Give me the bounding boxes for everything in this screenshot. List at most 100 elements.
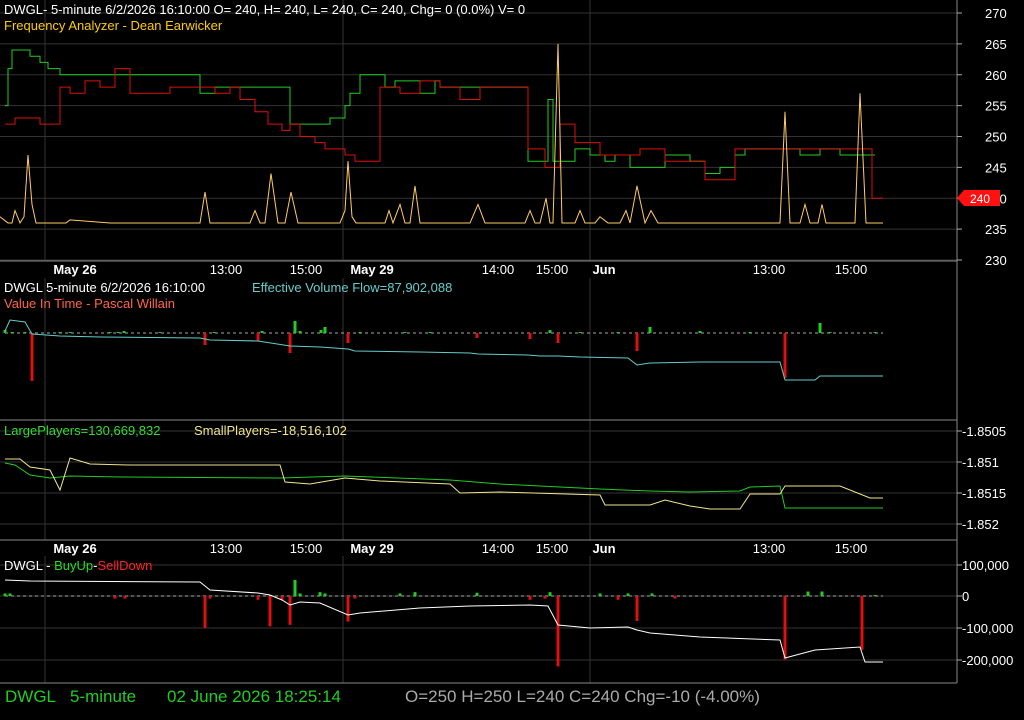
grid-lines [0,0,957,683]
volume-bar [58,332,62,333]
volume-header: DWGL 5-minute 6/2/2026 16:10:00 [4,280,206,295]
buysell-bar [475,592,479,596]
price-tick-label: 255 [985,99,1007,114]
buysell-bar [113,596,117,599]
selldown-label: SellDown [97,558,153,573]
volume-bar [403,332,407,333]
status-interval: 5-minute [70,687,137,706]
price-tick-label: 265 [985,37,1007,52]
price-tick-label: 270 [985,6,1007,21]
buysell-panel[interactable] [3,579,884,667]
players-tick-label: -1.852 [962,517,999,532]
time-tick-label: 13:00 [210,541,243,556]
buysell-bar [256,596,260,600]
time-tick-label: 13:00 [753,541,786,556]
time-tick-label: Jun [592,262,615,277]
volume-bar [122,331,126,333]
buysell-tick-label: -100,000 [962,621,1013,636]
small-players-line [5,457,883,510]
buysell-bar [318,592,322,596]
volume-bar [528,333,532,339]
time-tick-label: 15:00 [835,262,868,277]
buysell-bar [203,596,207,628]
buysell-bar [873,595,877,597]
volume-bar [319,330,323,333]
volume-bar [158,332,162,333]
volume-bar [68,332,72,333]
buysell-bar [783,596,787,660]
buysell-bar [598,593,602,596]
volume-indicator-label: Value In Time - Pascal Willain [4,296,175,311]
players-tick-label: -1.851 [962,455,999,470]
volume-bar [556,333,560,343]
frequency-line-series [0,43,883,225]
buysell-bar [3,593,7,596]
volume-bar [828,332,832,333]
buysell-bar [268,596,272,627]
buysell-bar [353,596,357,599]
time-tick-label: 15:00 [290,541,323,556]
time-tick-label: May 29 [350,541,393,556]
price-tick-label: 250 [985,130,1007,145]
price-tick-label: 245 [985,160,1007,175]
price-tag-label: 240 [970,192,990,206]
volume-bar [358,332,362,333]
status-ohlc: O=250 H=250 L=240 C=240 Chg=-10 (-4.00%) [405,687,760,706]
small-players-label: SmallPlayers=-18,516,102 [194,423,347,438]
volume-bar [346,333,350,343]
buysell-bar [528,596,532,600]
buysell-bar [635,596,639,621]
volume-bar [475,333,479,338]
green-step-series [5,49,875,175]
players-tick-label: -1.8515 [962,486,1006,501]
time-tick-label: 13:00 [753,262,786,277]
buysell-bar [673,596,677,599]
players-panel[interactable] [4,457,883,510]
flow-line-series [4,319,883,381]
time-tick-label: 15:00 [536,541,569,556]
buysell-bar [548,592,552,596]
buysell-bar [208,596,212,599]
buysell-bar [398,593,402,596]
volume-bar [648,327,652,333]
buysell-tick-label: 100,000 [962,558,1009,573]
buysell-header: DWGL - BuyUp-SellDown [4,558,152,573]
large-players-label: LargePlayers=130,669,832 [4,423,161,438]
volume-bar [288,333,292,353]
time-tick-label: 14:00 [482,541,515,556]
volume-flow-value: Effective Volume Flow=87,902,088 [252,280,453,295]
buysell-bar [413,592,417,596]
players-tick-label: -1.8505 [962,424,1006,439]
buysell-bar [650,593,654,596]
chart-canvas[interactable]: 270 265 260 255 250 245 240 235 230 May 26 13:00 15… [0,0,1024,720]
volume-bar [428,332,432,333]
volume-bar [30,333,34,381]
time-tick-label: 15:00 [835,541,868,556]
price-panel[interactable] [0,43,883,225]
volume-bar [10,332,14,333]
time-tick-label: 15:00 [536,262,569,277]
time-tick-label: 13:00 [210,262,243,277]
buysell-bar [556,596,560,667]
price-tick-label: 235 [985,222,1007,237]
buysell-bar [860,596,864,650]
buysell-bar [298,593,302,596]
volume-bar [873,332,877,333]
status-datetime: 02 June 2026 18:25:14 [167,687,341,706]
volume-bar [260,331,264,333]
volume-flow-panel[interactable] [3,319,884,381]
buysell-prefix: DWGL - [4,558,55,573]
volume-bar [548,330,552,333]
volume-bar [635,333,639,351]
status-symbol: DWGL [5,687,56,706]
buysell-tick-label: -200,000 [962,653,1013,668]
buysell-bar [806,591,810,596]
volume-bar [298,331,302,333]
buysell-bar [323,593,327,596]
time-tick-label: Jun [592,541,615,556]
volume-bar [748,332,752,333]
time-tick-label: May 26 [53,262,96,277]
price-header: DWGL- 5-minute 6/2/2026 16:10:00 O= 240,… [4,2,526,17]
volume-bar [23,332,27,333]
time-tick-label: 15:00 [290,262,323,277]
